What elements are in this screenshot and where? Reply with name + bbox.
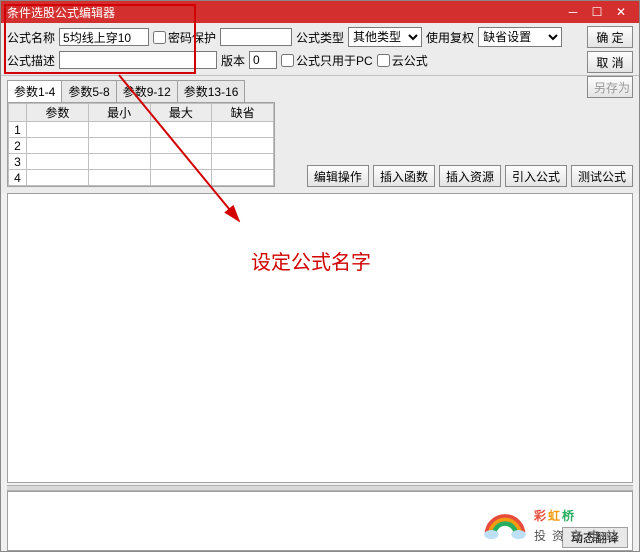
formula-editor[interactable] [7,193,633,483]
window-title: 条件选股公式编辑器 [7,4,561,21]
password-checkbox-box[interactable] [153,31,166,44]
cloud-checkbox-box[interactable] [377,54,390,67]
desc-input[interactable] [59,51,217,69]
ok-button[interactable]: 确 定 [587,26,633,48]
auth-select[interactable]: 缺省设置 [478,27,562,47]
name-input[interactable] [59,28,149,46]
table-row: 1 [9,122,274,138]
label-type: 公式类型 [296,29,344,46]
output-panel: 动态翻译 彩虹桥 投资充电站 [7,491,633,551]
type-select[interactable]: 其他类型 [348,27,422,47]
label-pc-only: 公式只用于PC [296,52,373,69]
col-param: 参数 [27,104,89,122]
col-min: 最小 [88,104,150,122]
watermark-subtitle: 投资充电站 [534,527,624,544]
save-as-button[interactable]: 另存为 [587,76,633,98]
titlebar: 条件选股公式编辑器 ─ ☐ ✕ [1,1,639,23]
maximize-button[interactable]: ☐ [585,5,609,19]
table-row: 4 [9,170,274,186]
insert-fn-button[interactable]: 插入函数 [373,165,435,187]
tab-params-1-4[interactable]: 参数1-4 [7,80,62,102]
close-button[interactable]: ✕ [609,5,633,19]
pc-only-checkbox-box[interactable] [281,54,294,67]
rainbow-icon [482,500,528,540]
label-auth: 使用复权 [426,29,474,46]
param-area: 参数1-4 参数5-8 参数9-12 参数13-16 参数 最小 最大 缺省 1… [1,76,639,193]
label-version: 版本 [221,52,245,69]
test-button[interactable]: 测试公式 [571,165,633,187]
param-grid[interactable]: 参数 最小 最大 缺省 1 2 3 4 [7,102,275,187]
cloud-checkbox[interactable]: 云公式 [377,52,428,69]
tab-params-13-16[interactable]: 参数13-16 [177,80,246,102]
password-checkbox[interactable]: 密码保护 [153,29,216,46]
label-name: 公式名称 [7,29,55,46]
label-cloud: 云公式 [392,52,428,69]
action-buttons: 编辑操作 插入函数 插入资源 引入公式 测试公式 [307,165,633,187]
app-window: 条件选股公式编辑器 ─ ☐ ✕ 确 定 取 消 另存为 公式名称 密码保护 公式… [0,0,640,552]
import-button[interactable]: 引入公式 [505,165,567,187]
version-input[interactable] [249,51,277,69]
pc-only-checkbox[interactable]: 公式只用于PC [281,52,373,69]
header-form: 公式名称 密码保护 公式类型 其他类型 使用复权 缺省设置 公式描述 版本 公 [1,23,639,76]
watermark-title: 彩虹桥 [534,496,624,527]
tab-params-5-8[interactable]: 参数5-8 [61,80,116,102]
col-default: 缺省 [212,104,274,122]
watermark: 彩虹桥 投资充电站 [482,496,624,544]
minimize-button[interactable]: ─ [561,5,585,19]
table-row: 3 [9,154,274,170]
col-max: 最大 [150,104,212,122]
insert-res-button[interactable]: 插入资源 [439,165,501,187]
label-desc: 公式描述 [7,52,55,69]
edit-op-button[interactable]: 编辑操作 [307,165,369,187]
table-row: 2 [9,138,274,154]
password-input[interactable] [220,28,292,46]
param-tabs-grid: 参数1-4 参数5-8 参数9-12 参数13-16 参数 最小 最大 缺省 1… [7,78,275,187]
watermark-text: 彩虹桥 投资充电站 [534,496,624,544]
cancel-button[interactable]: 取 消 [587,51,633,73]
param-tabs: 参数1-4 参数5-8 参数9-12 参数13-16 [7,80,275,102]
label-password: 密码保护 [168,29,216,46]
dialog-buttons: 确 定 取 消 另存为 [587,26,633,98]
tab-params-9-12[interactable]: 参数9-12 [116,80,178,102]
